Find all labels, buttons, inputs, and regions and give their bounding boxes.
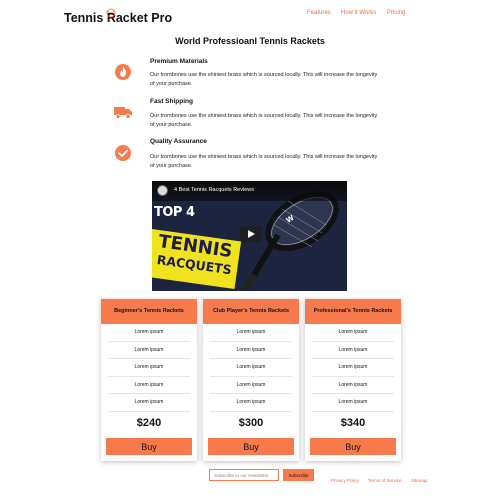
feature-text-quality: Our trombones use the shiniest brass whi… xyxy=(150,154,378,169)
video-player[interactable]: W 4 Best Tennis Racquets Reviews TOP 4 T… xyxy=(152,181,347,291)
price: $240 xyxy=(136,417,162,429)
list-item: Lorem ipsum xyxy=(210,394,292,412)
page-title: World Professioanl Tennis Rackets xyxy=(175,36,325,46)
list-item: Lorem ipsum xyxy=(108,359,190,377)
list-item: Lorem ipsum xyxy=(108,377,190,394)
logo[interactable]: Tennis Racket Pro xyxy=(64,8,184,30)
list-item: Lorem ipsum xyxy=(312,359,394,377)
pricing-card-beginner: Beginner's Tennis Rackets Lorem ipsum Lo… xyxy=(101,299,197,461)
subscribe-button[interactable]: Subscribe xyxy=(283,469,314,481)
list-item: Lorem ipsum xyxy=(108,342,190,359)
list-item: Lorem ipsum xyxy=(312,324,394,342)
nav-how-it-works[interactable]: How it Works xyxy=(341,10,376,16)
truck-icon xyxy=(114,107,132,119)
feature-text-premium: Our trombones use the shiniest brass whi… xyxy=(150,72,378,87)
list-item: Lorem ipsum xyxy=(312,394,394,412)
video-title[interactable]: 4 Best Tennis Racquets Reviews xyxy=(174,187,254,193)
newsletter-email-input[interactable] xyxy=(209,469,279,481)
list-item: Lorem ipsum xyxy=(312,342,394,359)
price: $340 xyxy=(340,417,366,429)
nav-features[interactable]: Features xyxy=(307,10,331,16)
channel-avatar[interactable] xyxy=(157,185,168,196)
list-item: Lorem ipsum xyxy=(210,377,292,394)
footer-link-terms[interactable]: Terms of Service xyxy=(368,478,402,483)
play-icon[interactable] xyxy=(240,226,262,242)
list-item: Lorem ipsum xyxy=(210,359,292,377)
list-item: Lorem ipsum xyxy=(210,324,292,342)
tennis-ball-icon xyxy=(106,8,116,21)
buy-button[interactable]: Buy xyxy=(208,438,294,455)
video-top-text: TOP 4 xyxy=(154,205,195,220)
nav-pricing[interactable]: Pricing xyxy=(387,10,405,16)
buy-button[interactable]: Buy xyxy=(106,438,192,455)
list-item: Lorem ipsum xyxy=(210,342,292,359)
card-title: Club Player's Tennis Rackets xyxy=(203,299,299,324)
list-item: Lorem ipsum xyxy=(312,377,394,394)
pricing-card-club: Club Player's Tennis Rackets Lorem ipsum… xyxy=(203,299,299,461)
site-header: Tennis Racket Pro Features How it Works … xyxy=(0,0,500,36)
video-title-bar: 4 Best Tennis Racquets Reviews xyxy=(152,181,347,201)
footer-link-sitemap[interactable]: Sitemap xyxy=(411,478,428,483)
feature-text-shipping: Our trombones use the shiniest brass whi… xyxy=(150,113,378,128)
flame-icon xyxy=(115,64,131,80)
footer-link-privacy[interactable]: Privacy Policy xyxy=(331,478,359,483)
feature-title-shipping: Fast Shipping xyxy=(150,98,193,105)
pricing-card-professional: Professional's Tennis Rackets Lorem ipsu… xyxy=(305,299,401,461)
check-circle-icon xyxy=(115,145,131,161)
buy-button[interactable]: Buy xyxy=(310,438,396,455)
price: $300 xyxy=(238,417,264,429)
card-title: Professional's Tennis Rackets xyxy=(305,299,401,324)
feature-title-quality: Quality Assurance xyxy=(150,138,207,145)
card-title: Beginner's Tennis Rackets xyxy=(101,299,197,324)
feature-title-premium: Premium Materials xyxy=(150,58,208,65)
list-item: Lorem ipsum xyxy=(108,324,190,342)
logo-text: Tennis Racket Pro xyxy=(64,11,173,25)
list-item: Lorem ipsum xyxy=(108,394,190,412)
